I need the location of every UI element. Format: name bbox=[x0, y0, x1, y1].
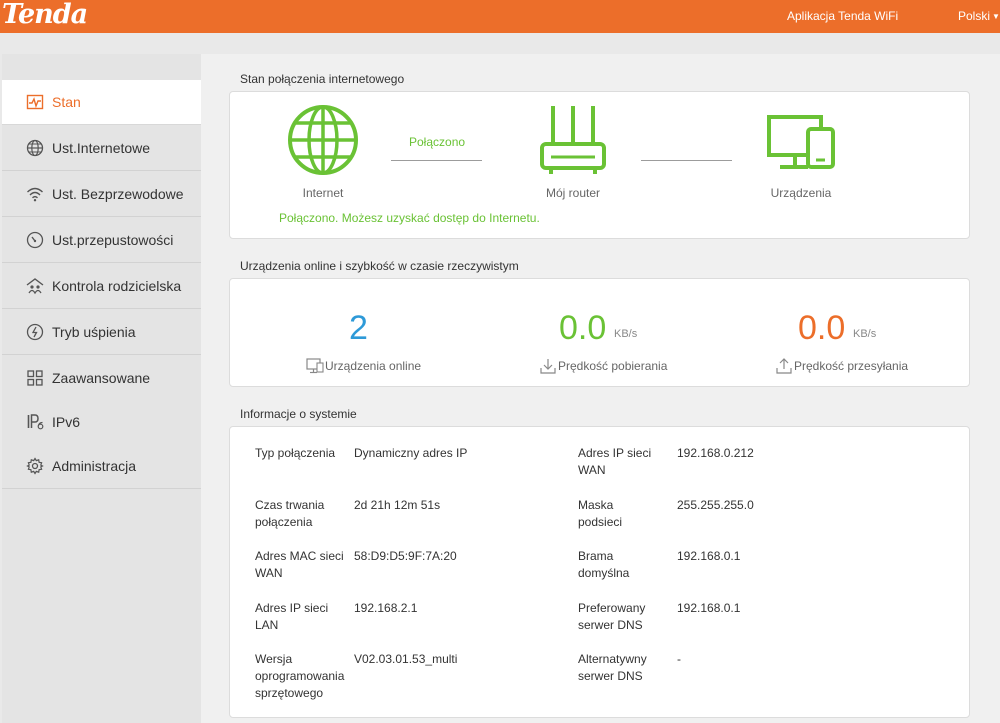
link-status: Połączono bbox=[409, 135, 466, 149]
sidebar-item-label: Ust. Bezprzewodowe bbox=[52, 186, 184, 202]
info-value: 192.168.0.1 bbox=[677, 601, 741, 615]
info-value: 2d 21h 12m 51s bbox=[354, 498, 441, 512]
sidebar-item-sleep[interactable]: Tryb uśpienia bbox=[2, 310, 201, 355]
sidebar-item-label: Ust.Internetowe bbox=[52, 140, 151, 156]
sidebar-item-internet[interactable]: Ust.Internetowe bbox=[2, 126, 201, 171]
info-value: V02.03.01.53_multi bbox=[354, 652, 458, 666]
sidebar-item-label: Administracja bbox=[52, 458, 137, 474]
info-value: 192.168.2.1 bbox=[354, 601, 418, 615]
connection-section-title: Stan połączenia internetowego bbox=[240, 72, 405, 86]
internet-globe-icon bbox=[287, 104, 359, 176]
info-value: Dynamiczny adres IP bbox=[354, 446, 468, 460]
online-devices-count[interactable]: 2 bbox=[349, 309, 368, 348]
download-speed-value: 0.0 bbox=[559, 309, 607, 347]
sidebar-item-parental[interactable]: Kontrola rodzicielska bbox=[2, 264, 201, 309]
system-section-title: Informacje o systemie bbox=[240, 407, 357, 421]
sidebar-item-label: Zaawansowane bbox=[52, 370, 151, 386]
globe-icon bbox=[26, 139, 44, 157]
sidebar-item-status[interactable]: Stan bbox=[2, 80, 201, 125]
gear-icon bbox=[26, 457, 44, 475]
info-key: Adres IP sieci LAN bbox=[255, 601, 329, 632]
info-key: Adres IP sieci WAN bbox=[578, 446, 652, 477]
status-chart-icon bbox=[26, 93, 44, 111]
info-key: Typ połączenia bbox=[255, 446, 336, 460]
app-link[interactable]: Aplikacja Tenda WiFi bbox=[787, 9, 898, 23]
family-icon bbox=[26, 277, 44, 295]
upload-speed-caption: Prędkość przesyłania bbox=[775, 358, 908, 374]
sidebar-item-administration[interactable]: Administracja bbox=[2, 444, 201, 489]
upload-speed-unit: KB/s bbox=[853, 328, 877, 340]
wifi-icon bbox=[26, 185, 44, 203]
online-devices-label: Urządzenia online bbox=[325, 359, 422, 373]
sleep-icon bbox=[26, 323, 44, 341]
connection-message: Połączono. Możesz uzyskać dostęp do Inte… bbox=[279, 211, 540, 225]
language-label: Polski bbox=[958, 9, 991, 23]
sidebar-item-label: Ust.przepustowości bbox=[52, 232, 174, 248]
router-icon bbox=[539, 104, 607, 176]
router-devices-line bbox=[641, 160, 732, 161]
top-bar: Tenda Aplikacja Tenda WiFi Polski ▼ bbox=[0, 0, 1000, 33]
monitor-icon bbox=[306, 358, 324, 374]
download-icon bbox=[540, 359, 556, 374]
ipv6-icon bbox=[26, 413, 44, 431]
info-value: 192.168.0.1 bbox=[677, 549, 741, 563]
sidebar-item-advanced[interactable]: Zaawansowane bbox=[2, 356, 201, 401]
download-speed-unit: KB/s bbox=[614, 328, 638, 340]
info-key: Alternatywny serwer DNS bbox=[578, 652, 647, 683]
upload-speed-label: Prędkość przesyłania bbox=[794, 359, 909, 373]
grid-icon bbox=[26, 369, 44, 387]
online-devices-link[interactable]: Urządzenia online bbox=[306, 358, 421, 374]
devices-icon[interactable] bbox=[766, 114, 836, 172]
sidebar-item-ipv6[interactable]: IPv6 bbox=[2, 400, 201, 445]
info-key: Maska podsieci bbox=[578, 498, 623, 529]
download-speed-caption: Prędkość pobierania bbox=[539, 358, 667, 374]
upload-speed-value: 0.0 bbox=[798, 309, 846, 347]
sidebar-item-label: IPv6 bbox=[52, 414, 81, 430]
speedometer-icon bbox=[26, 231, 44, 249]
caret-down-icon: ▼ bbox=[992, 12, 1000, 21]
info-value: - bbox=[677, 652, 681, 666]
sidebar-item-label: Stan bbox=[52, 94, 81, 110]
info-key: Czas trwania połączenia bbox=[255, 498, 325, 529]
info-key: Wersja oprogramowania sprzętowego bbox=[255, 652, 345, 700]
internet-router-line bbox=[391, 160, 482, 161]
sidebar-item-label: Tryb uśpienia bbox=[52, 324, 136, 340]
info-value: 255.255.255.0 bbox=[677, 498, 754, 512]
sidebar-item-wireless[interactable]: Ust. Bezprzewodowe bbox=[2, 172, 201, 217]
devices-label: Urządzenia bbox=[770, 186, 832, 200]
info-value: 192.168.0.212 bbox=[677, 446, 754, 460]
download-speed-label: Prędkość pobierania bbox=[558, 359, 668, 373]
tenda-logo[interactable]: Tenda bbox=[2, 0, 88, 30]
sidebar-item-label: Kontrola rodzicielska bbox=[52, 278, 182, 294]
language-select[interactable]: Polski ▼ bbox=[958, 9, 1000, 23]
upload-icon bbox=[776, 358, 792, 374]
sidebar-item-bandwidth[interactable]: Ust.przepustowości bbox=[2, 218, 201, 263]
internet-label: Internet bbox=[302, 186, 344, 200]
info-key: Adres MAC sieci WAN bbox=[255, 549, 344, 580]
info-value: 58:D9:D5:9F:7A:20 bbox=[354, 549, 457, 563]
info-key: Brama domyślna bbox=[578, 549, 630, 580]
info-key: Preferowany serwer DNS bbox=[578, 601, 646, 632]
realtime-section-title: Urządzenia online i szybkość w czasie rz… bbox=[240, 259, 519, 273]
router-label: Mój router bbox=[545, 186, 601, 200]
